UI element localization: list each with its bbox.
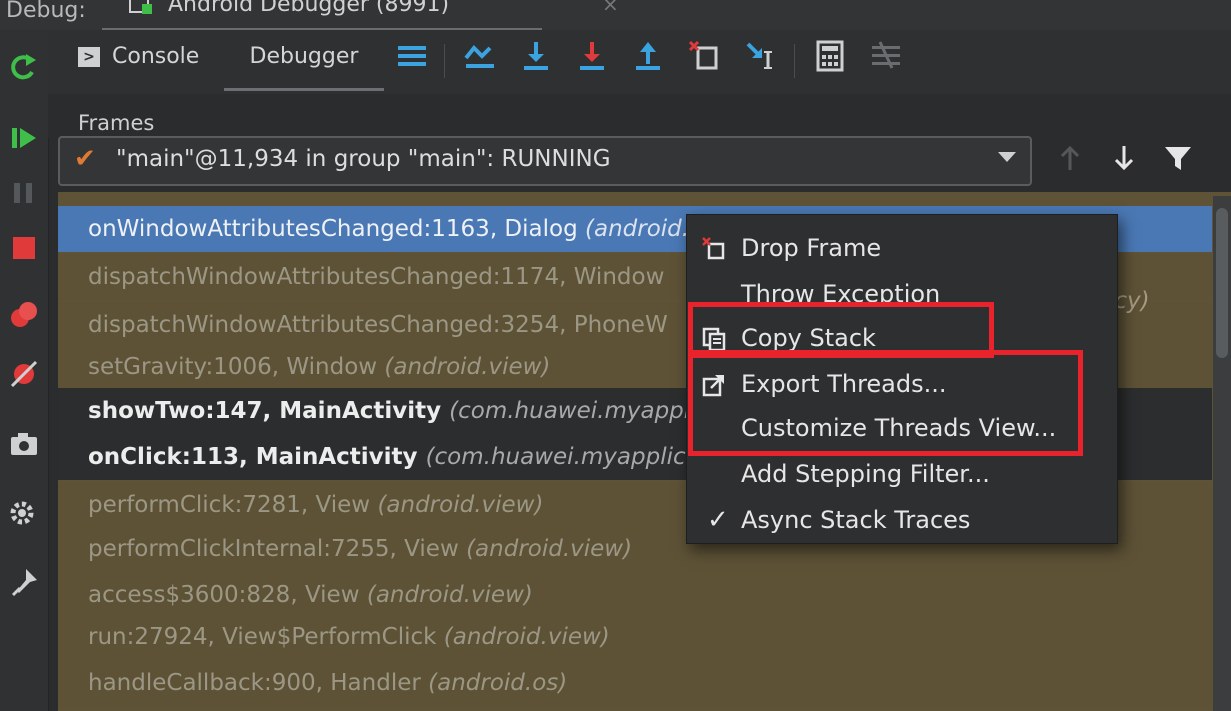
menu-item-label: Drop Frame (741, 234, 882, 262)
frame-package: (android.view) (384, 354, 551, 380)
console-icon: > (78, 47, 100, 67)
frame-method: onWindowAttributesChanged:1163, Dialog (88, 216, 578, 242)
settings-icon[interactable] (6, 496, 42, 532)
toolbar-separator (444, 44, 445, 78)
frame-package: (com.huawei.myapplic (449, 398, 710, 424)
frame-method: run:27924, View$PerformClick (88, 624, 437, 650)
menu-item-label: Add Stepping Filter... (741, 460, 990, 488)
menu-item-drop-frame[interactable]: Drop Frame (687, 225, 1117, 271)
next-frame-icon[interactable] (1108, 142, 1140, 174)
highlight-box-export-threads (688, 350, 1083, 456)
frame-row[interactable]: handleCallback:900, Handler (android.os) (58, 660, 1212, 706)
frame-method: dispatchWindowAttributesChanged:1174, Wi… (88, 264, 665, 290)
close-session-icon[interactable]: × (602, 0, 619, 16)
evaluate-expression-icon[interactable] (810, 36, 850, 76)
pause-icon[interactable] (6, 175, 42, 211)
step-out-icon[interactable] (628, 36, 668, 76)
frame-method: performClick:7281, View (88, 492, 371, 518)
menu-item-async-stack-traces[interactable]: ✓ Async Stack Traces (687, 497, 1117, 543)
chevron-down-icon[interactable] (998, 152, 1016, 162)
frame-package: (com.huawei.myapplica (425, 444, 700, 470)
tab-debugger-label: Debugger (249, 44, 359, 69)
drop-frame-icon (702, 237, 725, 260)
debug-label: Debug: (6, 0, 86, 23)
pin-icon[interactable] (6, 564, 42, 600)
checkmark-icon: ✓ (707, 505, 729, 535)
frame-row[interactable]: access$3600:828, View (android.view) (58, 572, 1212, 618)
android-debugger-icon (129, 0, 152, 14)
previous-frame-icon[interactable] (1054, 142, 1086, 174)
frame-method: dispatchWindowAttributesChanged:3254, Ph… (88, 312, 668, 338)
left-debug-toolbar (0, 30, 49, 711)
frame-package: (android.view) (466, 536, 633, 562)
stop-icon[interactable] (6, 230, 42, 266)
frame-row[interactable]: run:27924, View$PerformClick (android.vi… (58, 614, 1212, 660)
frame-method: onClick:113, MainActivity (88, 444, 418, 470)
scrollbar-thumb[interactable] (1216, 208, 1228, 358)
debug-title-bar: Debug: Android Debugger (8991) × (0, 0, 1231, 31)
frame-method: handleCallback:900, Handler (88, 670, 421, 696)
view-breakpoints-icon[interactable] (6, 298, 42, 334)
step-into-icon[interactable] (572, 36, 612, 76)
frame-method: setGravity:1006, Window (88, 354, 378, 380)
menu-item-add-stepping-filter[interactable]: Add Stepping Filter... (687, 451, 1117, 497)
resume-icon[interactable] (6, 120, 42, 156)
frame-package: (android.os) (428, 670, 568, 696)
frame-package: (android.view) (443, 624, 610, 650)
frame-package: (android.view) (366, 582, 533, 608)
restore-layout-icon[interactable] (392, 36, 432, 76)
thread-status-check-icon: ✔ (74, 144, 96, 174)
debug-session-tab[interactable]: Android Debugger (8991) × (102, 0, 619, 31)
thread-selector[interactable]: ✔ "main"@11,934 in group "main": RUNNING (58, 136, 1032, 186)
frames-title: Frames (78, 111, 155, 135)
tab-console[interactable]: > Console (78, 44, 199, 84)
menu-item-label: Async Stack Traces (741, 506, 971, 534)
camera-icon[interactable] (6, 426, 42, 462)
debugger-toolbar: > Console Debugger (48, 30, 1231, 94)
thread-name: "main"@11,934 in group "main": RUNNING (116, 146, 611, 172)
drop-frame-icon[interactable] (684, 36, 724, 76)
step-over-icon[interactable] (516, 36, 556, 76)
frame-method: performClickInternal:7255, View (88, 536, 459, 562)
frame-package: (android.view) (377, 492, 544, 518)
rerun-icon[interactable] (6, 50, 42, 86)
session-title: Android Debugger (8991) (168, 0, 450, 17)
frame-method: access$3600:828, View (88, 582, 360, 608)
tab-debugger[interactable]: Debugger (224, 44, 384, 91)
frames-panel-header: Frames (48, 94, 1231, 138)
show-execution-point-icon[interactable] (460, 36, 500, 76)
toolbar-separator (794, 44, 795, 78)
tab-console-label: Console (112, 44, 200, 69)
filter-icon[interactable] (1162, 142, 1194, 174)
run-to-cursor-icon[interactable] (740, 36, 780, 76)
trace-current-stream-icon[interactable] (866, 36, 906, 76)
frame-method: showTwo:147, MainActivity (88, 398, 442, 424)
mute-breakpoints-icon[interactable] (6, 356, 42, 392)
